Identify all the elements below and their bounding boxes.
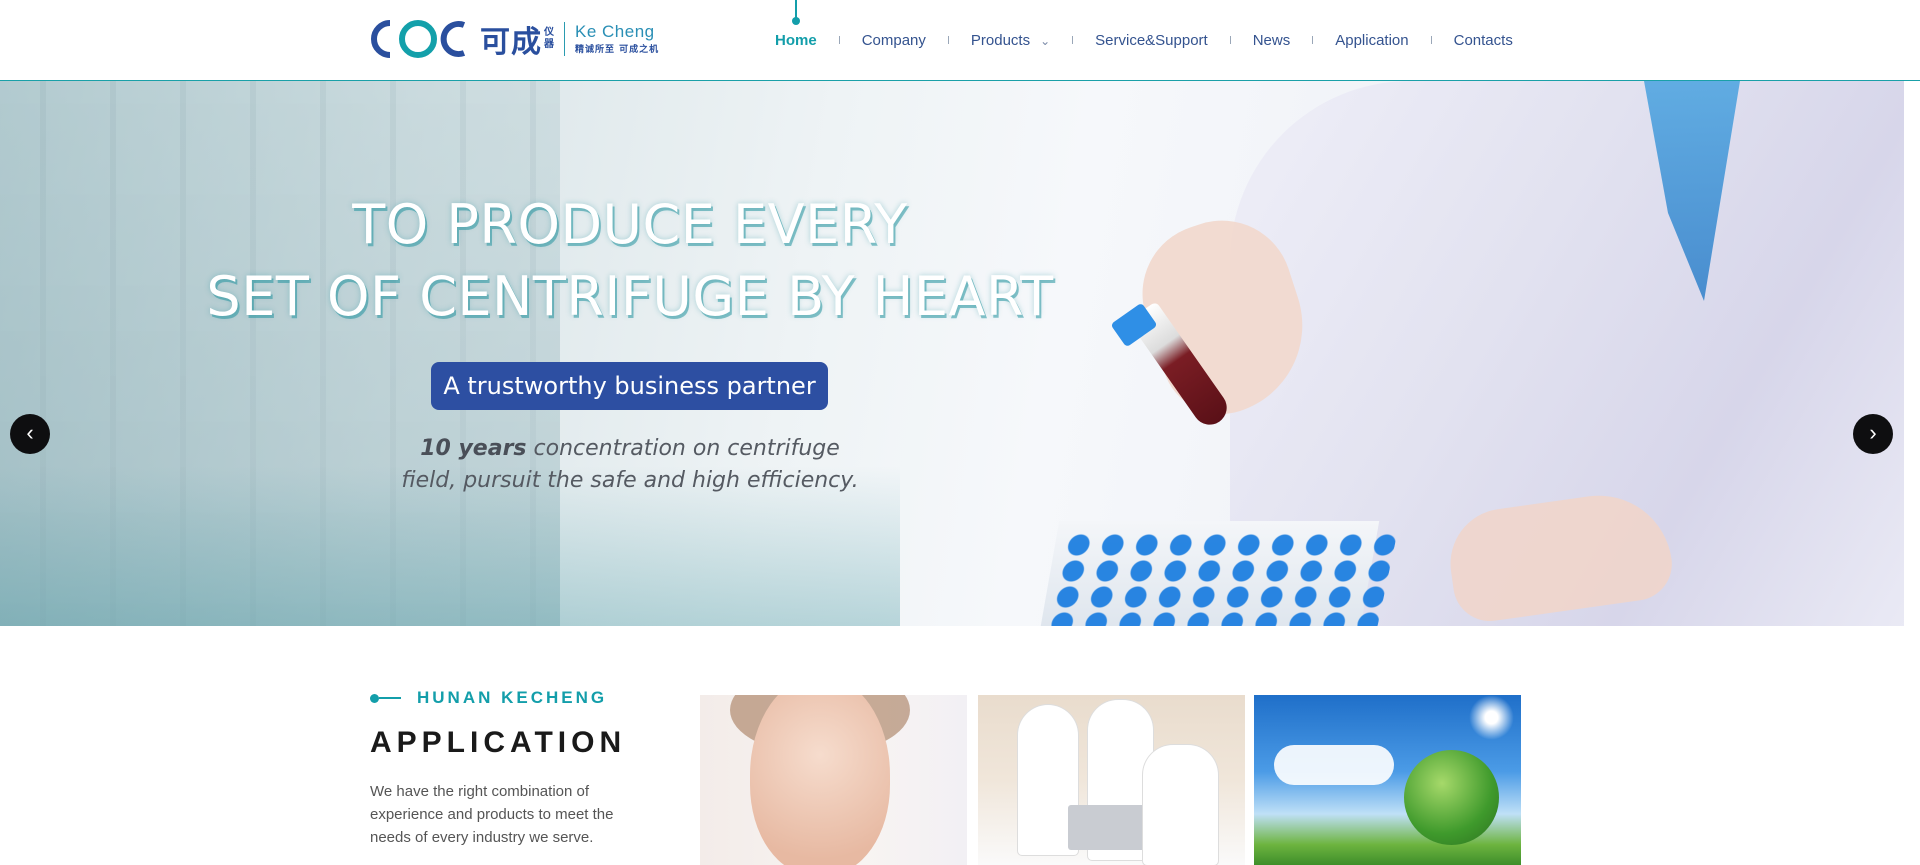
hero-description-bold: 10 years [420,436,527,461]
application-image-cosmetics[interactable] [700,695,967,865]
nav-home-label: Home [775,31,817,49]
slider-next-button[interactable]: › [1853,414,1893,454]
nav-separator [838,36,840,44]
nav-company[interactable]: Company [862,32,926,49]
chevron-right-icon: › [1869,420,1877,445]
kicker-line [379,697,401,699]
globe-icon [1404,750,1499,845]
hero-title-line2: SET OF CENTRIFUGE BY HEART [206,265,1054,328]
nav-separator [1312,36,1314,44]
logo-en-block: Ke Cheng 精诚所至 可成之机 [575,22,659,56]
site-header: 可成 仪 器 Ke Cheng 精诚所至 可成之机 Home Company P… [0,0,1920,81]
main-nav: Home Company Products ⌄ Service&Support N… [775,0,1513,80]
company-logo[interactable]: 可成 仪 器 Ke Cheng 精诚所至 可成之机 [368,14,659,64]
nav-application[interactable]: Application [1335,32,1408,49]
nav-separator [1229,36,1231,44]
hero-text-block: TO PRODUCE EVERY SET OF CENTRIFUGE BY HE… [0,81,1260,626]
nav-news-label: News [1252,31,1291,49]
image-sun [1469,695,1514,740]
kicker-text: HUNAN KECHENG [417,688,608,707]
slider-prev-button[interactable]: ‹ [10,414,50,454]
hero-badge: A trustworthy business partner [431,362,828,410]
nav-products[interactable]: Products ⌄ [971,32,1050,49]
nav-service-support-label: Service&Support [1095,31,1208,49]
section-description: We have the right combination of experie… [370,783,614,846]
nav-company-label: Company [861,31,926,49]
nav-products-label: Products [970,31,1031,49]
application-section: HUNAN KECHENG APPLICATION We have the ri… [0,626,1920,865]
nav-contacts[interactable]: Contacts [1454,32,1513,49]
logo-slogan: 精诚所至 可成之机 [575,45,660,55]
nav-service-support[interactable]: Service&Support [1095,32,1208,49]
kicker-dot-icon [370,693,379,703]
section-title: APPLICATION [370,726,627,759]
section-kicker: HUNAN KECHENG [370,688,607,708]
logo-cn-name: 可成 [480,25,542,60]
image-cloud [1274,745,1394,785]
hero-title-line1: TO PRODUCE EVERY [352,193,908,256]
image-laptop [1068,805,1148,850]
image-scientist-3 [1143,745,1218,865]
logo-cn-small-2: 器 [544,39,554,50]
application-image-laboratory[interactable] [978,695,1245,865]
nav-application-label: Application [1335,31,1409,49]
active-nav-indicator [791,0,800,25]
logo-en-name: Ke Cheng [575,22,655,41]
nav-home[interactable]: Home [775,0,817,49]
logo-mark-icon [371,20,466,59]
chevron-left-icon: ‹ [26,420,34,445]
nav-separator [1072,36,1074,44]
image-face-shape [750,695,890,865]
hero-description: 10 years concentration on centrifuge fie… [390,433,870,497]
logo-divider [564,22,565,56]
nav-news[interactable]: News [1253,32,1291,49]
application-image-environment[interactable] [1254,695,1521,865]
nav-separator [947,36,949,44]
logo-cn-small: 仪 器 [544,27,554,51]
logo-cn-small-1: 仪 [544,27,554,38]
nav-contacts-label: Contacts [1453,31,1513,49]
chevron-down-icon: ⌄ [1040,33,1051,48]
nav-separator [1430,36,1432,44]
hero-slider[interactable]: TO PRODUCE EVERY SET OF CENTRIFUGE BY HE… [0,81,1904,626]
